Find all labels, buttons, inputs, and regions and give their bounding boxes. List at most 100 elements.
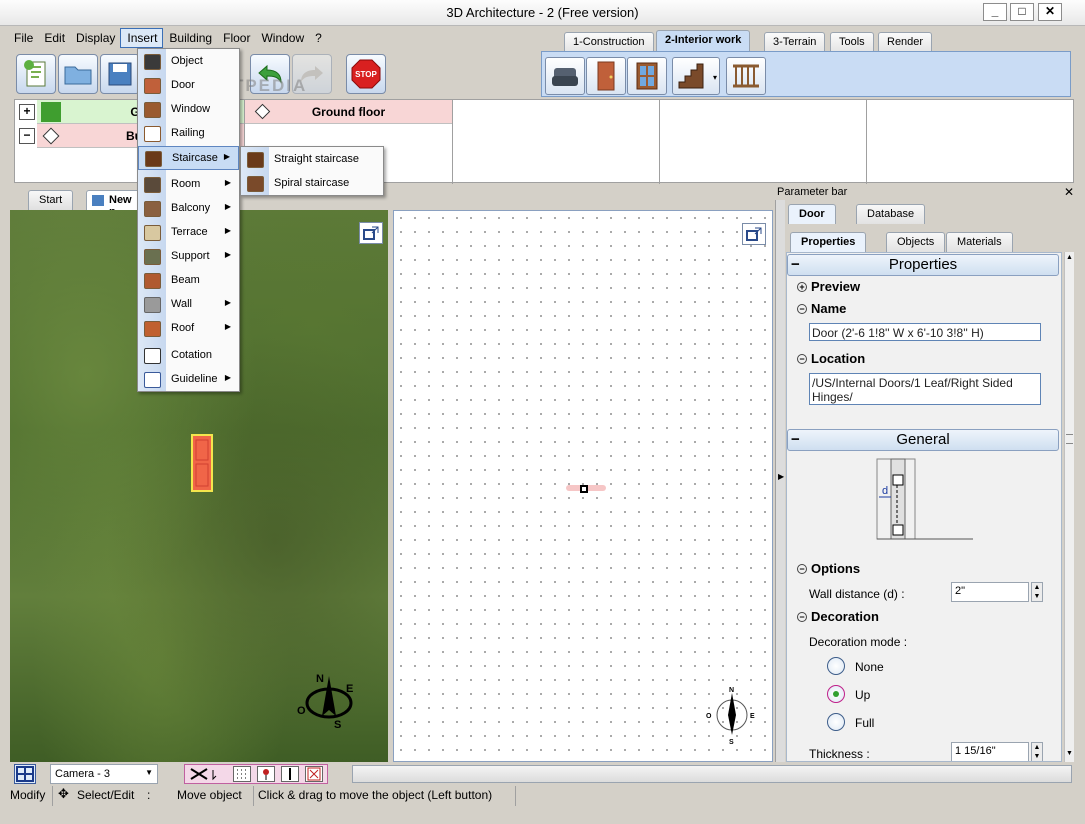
decoration-up-radio[interactable] [827,685,845,703]
thickness-label: Thickness : [809,747,870,761]
menu-building[interactable]: Building [163,28,217,48]
menu-item-roof[interactable]: Roof ▶ [138,317,239,341]
name-field[interactable]: Door (2'-6 1!8'' W x 6'-10 3!8'' H) [809,323,1041,341]
menu-item-object[interactable]: Object [138,50,239,74]
tab-properties[interactable]: Properties [790,232,867,252]
menu-item-support[interactable]: Support ▶ [138,245,239,269]
scroll-down-icon[interactable]: ▼ [1066,750,1073,757]
menu-bar: File Edit Display Insert Building Floor … [8,28,327,50]
window-tool-button[interactable] [627,57,667,95]
menu-insert[interactable]: Insert [120,28,164,48]
menu-floor[interactable]: Floor [217,28,255,48]
menu-window[interactable]: Window [255,28,309,48]
folder-icon [64,66,92,85]
tab-terrain[interactable]: 3-Terrain [764,32,826,52]
decoration-toggle[interactable]: − Decoration [797,609,879,624]
menu-item-guideline[interactable]: Guideline ▶ [138,368,239,392]
tab-render[interactable]: Render [878,32,933,52]
menu-item-room[interactable]: Room ▶ [138,173,239,197]
close-button[interactable]: ✕ [1038,3,1062,21]
expand-icon [746,227,762,241]
maximize-3d-view-button[interactable] [359,222,383,244]
open-button[interactable] [58,54,98,94]
menu-item-guideline-arrow: ▶ [224,373,231,382]
menu-item-door[interactable]: Door [138,74,239,98]
selected-door-3d[interactable] [191,434,213,492]
menu-item-beam-label: Beam [171,274,200,286]
decoration-full-radio[interactable] [827,713,845,731]
menu-item-straight-staircase[interactable]: Straight staircase [241,148,383,172]
maximize-plan-view-button[interactable] [742,223,766,245]
tab-objects[interactable]: Objects [886,232,946,252]
bottom-toolbar: Camera - 3 ▼ [10,763,1075,785]
delete-snap-button[interactable] [187,766,227,782]
object-icon [144,54,161,70]
menu-help[interactable]: ? [309,28,327,48]
wall-distance-diagram: d [876,458,973,540]
floor-cell-2[interactable] [453,100,660,184]
tab-materials[interactable]: Materials [946,232,1013,252]
decoration-up-label: Up [855,688,871,702]
plan-view[interactable]: N E O S [393,210,773,762]
thickness-spinner[interactable]: ▲ ▼ [1031,742,1043,761]
line-icon [289,768,291,780]
staircase-tool-button[interactable]: ▾ [672,57,720,95]
door-handle-point[interactable] [580,485,588,493]
scroll-thumb[interactable] [1066,434,1073,444]
menu-item-cotation[interactable]: Cotation [138,344,239,368]
name-label: Name [811,301,847,316]
menu-item-room-arrow: ▶ [224,178,231,187]
tab-new-project[interactable]: New p [86,190,143,218]
tab-construction[interactable]: 1-Construction [564,32,654,52]
menu-item-spiral-staircase[interactable]: Spiral staircase [241,172,383,196]
preview-toggle[interactable]: + Preview [797,279,860,294]
maximize-button[interactable]: □ [1010,3,1034,21]
snap-point-button[interactable] [257,766,275,782]
location-field[interactable]: /US/Internal Doors/1 Leaf/Right Sided Hi… [809,373,1041,405]
tab-start[interactable]: Start [28,190,74,210]
snap-grid-button[interactable] [233,766,251,782]
menu-file[interactable]: File [8,28,38,48]
straight-staircase-icon [247,152,264,168]
properties-section-header[interactable]: − Properties [787,254,1059,276]
menu-item-railing[interactable]: Railing [138,122,239,146]
menu-item-beam[interactable]: Beam [138,269,239,293]
wall-distance-input[interactable]: 2" [951,582,1029,602]
general-section-header[interactable]: − General [787,429,1059,451]
menu-edit[interactable]: Edit [38,28,70,48]
properties-scrollbar[interactable]: ▲ ▼ [1064,252,1074,762]
tab-door[interactable]: Door [788,204,836,224]
save-button[interactable] [100,54,140,94]
grid-layout-button[interactable] [14,764,36,784]
menu-item-staircase[interactable]: Staircase ▶ [138,146,239,170]
parameter-bar-close-button[interactable]: ✕ [1064,185,1074,199]
tab-interior-work[interactable]: 2-Interior work [656,30,751,52]
new-project-button[interactable] [16,54,56,94]
menu-item-terrace[interactable]: Terrace ▶ [138,221,239,245]
decoration-none-radio[interactable] [827,657,845,675]
scroll-up-icon[interactable]: ▲ [1066,254,1073,261]
wall-distance-spinner[interactable]: ▲ ▼ [1031,582,1043,602]
stop-button[interactable]: STOP [346,54,386,94]
furniture-button[interactable] [545,57,585,95]
status-separator [515,786,516,806]
name-toggle[interactable]: − Name [797,301,846,316]
options-toggle[interactable]: − Options [797,561,860,576]
railing-tool-button[interactable] [726,57,766,95]
ground-floor-label[interactable]: Ground floor [245,100,452,124]
snap-intersection-button[interactable] [305,766,323,782]
menu-display[interactable]: Display [70,28,120,48]
door-tool-button[interactable] [586,57,626,95]
menu-item-wall[interactable]: Wall ▶ [138,293,239,317]
door-icon [144,78,161,94]
camera-select[interactable]: Camera - 3 ▼ [50,764,158,784]
thickness-input[interactable]: 1 15/16" [951,742,1029,761]
minimize-button[interactable]: _ [983,3,1007,21]
snap-line-button[interactable] [281,766,299,782]
menu-item-balcony[interactable]: Balcony ▶ [138,197,239,221]
location-toggle[interactable]: − Location [797,351,865,366]
floor-cell-3[interactable] [660,100,867,184]
tab-tools[interactable]: Tools [830,32,874,52]
menu-item-window[interactable]: Window [138,98,239,122]
tab-database[interactable]: Database [856,204,926,224]
